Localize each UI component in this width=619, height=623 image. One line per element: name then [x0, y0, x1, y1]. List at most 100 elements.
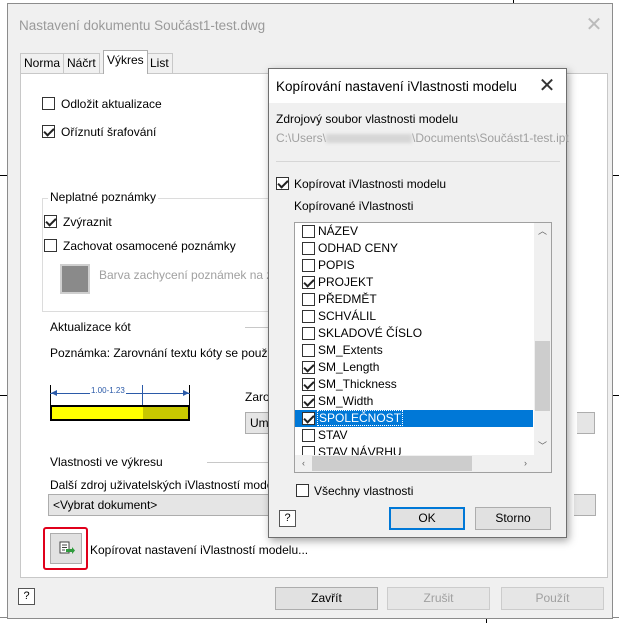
highlight-checkbox[interactable] [44, 215, 57, 228]
list-item[interactable]: POPIS [295, 257, 533, 274]
copy-props-label: Kopírovat iVlastnosti modelu [294, 177, 447, 191]
list-item[interactable]: PŘEDMĚT [295, 291, 533, 308]
highlight-label: Zvýraznit [63, 215, 112, 229]
list-item-label: SM_Extents [318, 343, 383, 357]
list-item-label: SM_Length [318, 360, 380, 374]
scroll-right-icon[interactable]: › [517, 455, 534, 472]
section-divider [276, 161, 560, 162]
all-props-checkbox[interactable] [296, 484, 309, 497]
list-item-label: PROJEKT [318, 275, 374, 289]
apply-button[interactable]: Použít [501, 587, 604, 610]
list-item-checkbox[interactable] [302, 412, 315, 425]
list-item-checkbox[interactable] [302, 310, 315, 323]
ok-button[interactable]: OK [389, 507, 465, 530]
copied-props-label: Kopírované iVlastnosti [294, 199, 414, 213]
list-item[interactable]: SCHVÁLIL [295, 308, 533, 325]
dialog-titlebar: Kopírování nastavení iVlastnosti modelu … [269, 69, 566, 103]
orphan-color-swatch[interactable] [60, 264, 90, 294]
keep-orphan-label: Zachovat osamocené poznámky [63, 239, 236, 253]
source-file-label: Zdrojový soubor vlastnosti modelu [276, 112, 459, 126]
list-item-label: NÁZEV [318, 224, 359, 238]
scroll-up-icon[interactable]: ︿ [534, 223, 551, 240]
tab-nacrt[interactable]: Náčrt [63, 53, 100, 73]
all-props-label: Všechny vlastnosti [314, 484, 414, 498]
list-item-label: SCHVÁLIL [318, 309, 377, 323]
tab-norma[interactable]: Norma [20, 53, 65, 73]
list-item-checkbox[interactable] [302, 242, 315, 255]
dim-update-header: Aktualizace kót [50, 320, 131, 334]
list-item-label: POPIS [318, 258, 355, 272]
list-item-label: ODHAD CENY [318, 241, 399, 255]
help-icon[interactable]: ? [279, 510, 296, 527]
list-item-label: SM_Thickness [318, 377, 397, 391]
cancel-button[interactable]: Storno [475, 507, 551, 530]
defer-update-label: Odložit aktualizace [61, 97, 162, 111]
list-item-checkbox[interactable] [302, 276, 315, 289]
dimension-preview: 1.00-1.23 [50, 385, 190, 435]
list-item-checkbox[interactable] [302, 327, 315, 340]
scroll-left-icon[interactable]: ‹ [295, 455, 312, 472]
list-item[interactable]: SM_Thickness [295, 376, 533, 393]
list-item[interactable]: PROJEKT [295, 274, 533, 291]
align-select-end[interactable] [577, 412, 595, 434]
hatch-clip-checkbox[interactable] [42, 125, 55, 138]
tab-vykres[interactable]: Výkres [103, 50, 148, 74]
list-item-checkbox[interactable] [302, 225, 315, 238]
keep-orphan-checkbox[interactable] [44, 239, 57, 252]
copy-iproperties-dialog: Kopírování nastavení iVlastnosti modelu … [268, 68, 569, 538]
list-item[interactable]: SPOLEČNOST [295, 410, 533, 427]
list-item-checkbox[interactable] [302, 293, 315, 306]
list-item[interactable]: STAV [295, 427, 533, 444]
drawing-line [613, 395, 619, 396]
close-icon[interactable]: ✕ [581, 12, 607, 38]
scroll-down-icon[interactable]: ﹀ [534, 438, 551, 455]
drawing-line [613, 175, 619, 176]
list-item-checkbox[interactable] [302, 378, 315, 391]
dim-preview-text: 1.00-1.23 [90, 386, 126, 395]
hatch-clip-label: Oříznutí šrafování [61, 125, 157, 139]
list-item[interactable]: NÁZEV [295, 223, 533, 240]
section-divider [207, 462, 277, 463]
list-item-checkbox[interactable] [302, 259, 315, 272]
close-button[interactable]: Zavřít [275, 587, 378, 610]
list-item-label: SKLADOVÉ ČÍSLO [318, 326, 423, 340]
copy-properties-icon [59, 541, 75, 554]
properties-list[interactable]: NÁZEV ODHAD CENY POPIS PROJEKT PŘEDMĚT SCHVÁL… [294, 222, 552, 473]
list-item-checkbox[interactable] [302, 361, 315, 374]
select-document-end[interactable] [574, 494, 596, 516]
dim-note: Poznámka: Zarovnání textu kóty se použív… [50, 346, 277, 360]
redacted-username [326, 134, 413, 144]
list-item[interactable]: SKLADOVÉ ČÍSLO [295, 325, 533, 342]
list-item-checkbox[interactable] [302, 429, 315, 442]
list-item-checkbox[interactable] [302, 395, 315, 408]
horizontal-scrollbar[interactable]: ‹ › [295, 455, 534, 472]
defer-update-checkbox[interactable] [42, 97, 55, 110]
scrollbar-corner [534, 455, 551, 472]
dialog-title: Nastavení dokumentu Součást1-test.dwg [19, 18, 266, 33]
drawing-props-header: Vlastnosti ve výkresu [50, 455, 163, 469]
scrollbar-thumb[interactable] [312, 456, 472, 471]
list-item-label: SPOLEČNOST [316, 410, 404, 426]
copy-props-checkbox[interactable] [276, 177, 289, 190]
dialog-title: Kopírování nastavení iVlastnosti modelu [276, 79, 517, 94]
copy-settings-label: Kopírovat nastavení iVlastností modelu..… [90, 543, 309, 557]
close-icon[interactable]: ✕ [534, 73, 560, 99]
other-source-label: Další zdroj uživatelských iVlastností mo… [50, 478, 283, 492]
cancel-button[interactable]: Zrušit [387, 587, 490, 610]
list-item-label: SM_Width [318, 394, 374, 408]
list-item-label: STAV [318, 428, 348, 442]
list-item[interactable]: ODHAD CENY [295, 240, 533, 257]
orphan-color-label: Barva zachycení poznámek na základ [99, 268, 282, 282]
help-icon[interactable]: ? [18, 588, 35, 605]
select-document-dropdown[interactable]: <Vybrat dokument> [48, 494, 280, 516]
tab-list[interactable]: List [146, 53, 173, 73]
scrollbar-thumb[interactable] [535, 341, 550, 411]
list-item[interactable]: SM_Length [295, 359, 533, 376]
list-item[interactable]: SM_Width [295, 393, 533, 410]
copy-settings-button[interactable] [50, 533, 82, 564]
list-item-checkbox[interactable] [302, 344, 315, 357]
vertical-scrollbar[interactable]: ︿ ﹀ [534, 223, 551, 455]
list-item[interactable]: SM_Extents [295, 342, 533, 359]
invalid-notes-header: Neplatné poznámky [48, 190, 159, 204]
source-file-path: C:\Users\ \Documents\Součást1-test.ipt [276, 131, 569, 145]
